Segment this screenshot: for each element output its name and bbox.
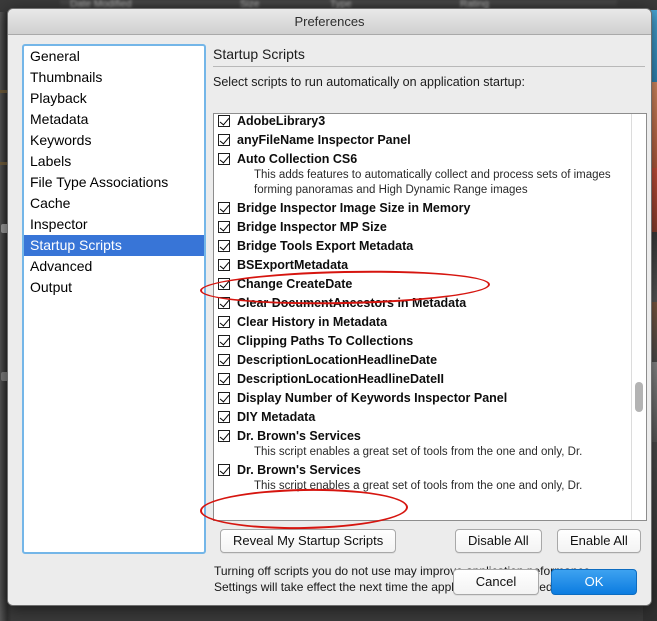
ok-button[interactable]: OK — [551, 569, 637, 595]
script-name: Clipping Paths To Collections — [237, 334, 414, 348]
scripts-listbox[interactable]: AdobeLibrary3 anyFileName Inspector Panel… — [213, 113, 647, 521]
checkbox-checked-icon[interactable] — [218, 202, 230, 214]
scripts-scrollbar-thumb[interactable] — [635, 382, 643, 412]
script-description: This script enables a great set of tools… — [254, 445, 628, 460]
checkbox-checked-icon[interactable] — [218, 240, 230, 252]
script-row[interactable]: anyFileName Inspector Panel — [214, 130, 632, 149]
sidebar-item-playback[interactable]: Playback — [24, 88, 204, 109]
title-divider — [213, 66, 645, 67]
script-name: anyFileName Inspector Panel — [237, 133, 411, 147]
dialog-title: Preferences — [294, 14, 365, 29]
script-description: This script enables a great set of tools… — [254, 479, 628, 494]
checkbox-checked-icon[interactable] — [218, 335, 230, 347]
script-name: Dr. Brown's Services — [237, 429, 361, 443]
script-name: Auto Collection CS6 — [237, 152, 358, 166]
checkbox-checked-icon[interactable] — [218, 278, 230, 290]
dialog-footer: Cancel OK — [453, 569, 637, 595]
dialog-titlebar: Preferences — [8, 9, 651, 35]
script-description-line: This script enables a great set of tools… — [254, 480, 583, 492]
script-name: BSExportMetadata — [237, 258, 349, 272]
script-row[interactable]: Change CreateDate — [214, 274, 632, 293]
script-row[interactable]: AdobeLibrary3 — [214, 114, 632, 130]
script-description-line: This adds features to automatically coll… — [254, 169, 611, 181]
sidebar-item-keywords[interactable]: Keywords — [24, 130, 204, 151]
checkbox-checked-icon[interactable] — [218, 392, 230, 404]
script-row[interactable]: Bridge Inspector Image Size in Memory — [214, 198, 632, 217]
checkbox-checked-icon[interactable] — [218, 411, 230, 423]
script-row[interactable]: Dr. Brown's Services — [214, 460, 632, 479]
script-name: AdobeLibrary3 — [237, 114, 326, 128]
script-name: Clear DocumentAncestors in Metadata — [237, 296, 467, 310]
script-row[interactable]: BSExportMetadata — [214, 255, 632, 274]
script-description: This adds features to automatically coll… — [254, 168, 628, 198]
checkbox-checked-icon[interactable] — [218, 354, 230, 366]
script-row[interactable]: Clear DocumentAncestors in Metadata — [214, 293, 632, 312]
script-name: Display Number of Keywords Inspector Pan… — [237, 391, 508, 405]
script-row[interactable]: Auto Collection CS6 — [214, 149, 632, 168]
script-name: Bridge Inspector Image Size in Memory — [237, 201, 471, 215]
script-row[interactable]: Bridge Tools Export Metadata — [214, 236, 632, 255]
script-name: DescriptionLocationHeadlineDate — [237, 353, 438, 367]
script-name: Bridge Inspector MP Size — [237, 220, 387, 234]
script-name: Change CreateDate — [237, 277, 353, 291]
checkbox-checked-icon[interactable] — [218, 153, 230, 165]
disable-all-button[interactable]: Disable All — [455, 529, 542, 553]
script-row[interactable]: DescriptionLocationHeadlineDate — [214, 350, 632, 369]
startup-scripts-pane: Startup Scripts Select scripts to run au… — [207, 35, 651, 605]
script-name: Bridge Tools Export Metadata — [237, 239, 414, 253]
script-row[interactable]: DescriptionLocationHeadlineDateII — [214, 369, 632, 388]
checkbox-checked-icon[interactable] — [218, 259, 230, 271]
reveal-my-startup-scripts-button[interactable]: Reveal My Startup Scripts — [220, 529, 397, 553]
checkbox-checked-icon[interactable] — [218, 430, 230, 442]
sidebar-item-startup-scripts[interactable]: Startup Scripts — [24, 235, 204, 256]
sidebar-item-metadata[interactable]: Metadata — [24, 109, 204, 130]
script-description-line: forming panoramas and High Dynamic Range… — [254, 184, 528, 196]
dialog-body: General Thumbnails Playback Metadata Keyword… — [8, 35, 651, 605]
script-row[interactable]: DIY Metadata — [214, 407, 632, 426]
checkbox-checked-icon[interactable] — [218, 297, 230, 309]
checkbox-checked-icon[interactable] — [218, 221, 230, 233]
sidebar-item-inspector[interactable]: Inspector — [24, 214, 204, 235]
scripts-list: AdobeLibrary3 anyFileName Inspector Panel… — [214, 114, 632, 494]
script-name: DIY Metadata — [237, 410, 316, 424]
scripts-scrollbar[interactable] — [631, 114, 646, 520]
sidebar-item-cache[interactable]: Cache — [24, 193, 204, 214]
script-name: Clear History in Metadata — [237, 315, 388, 329]
script-row[interactable]: Clipping Paths To Collections — [214, 331, 632, 350]
checkbox-checked-icon[interactable] — [218, 316, 230, 328]
checkbox-checked-icon[interactable] — [218, 115, 230, 127]
script-row[interactable]: Display Number of Keywords Inspector Pan… — [214, 388, 632, 407]
sidebar-item-thumbnails[interactable]: Thumbnails — [24, 67, 204, 88]
enable-all-button[interactable]: Enable All — [557, 529, 641, 553]
sidebar-item-general[interactable]: General — [24, 46, 204, 67]
page-title: Startup Scripts — [213, 46, 305, 62]
screen: Date Modified Size Type Rating Preferenc… — [0, 0, 657, 621]
sidebar-item-labels[interactable]: Labels — [24, 151, 204, 172]
preferences-dialog: Preferences General Thumbnails Playback Met… — [7, 8, 652, 606]
sidebar-item-advanced[interactable]: Advanced — [24, 256, 204, 277]
category-sidebar[interactable]: General Thumbnails Playback Metadata Keyword… — [22, 44, 206, 554]
script-row[interactable]: Bridge Inspector MP Size — [214, 217, 632, 236]
cancel-button[interactable]: Cancel — [453, 569, 539, 595]
page-subtitle: Select scripts to run automatically on a… — [213, 75, 525, 89]
script-name: Dr. Brown's Services — [237, 463, 361, 477]
script-name: DescriptionLocationHeadlineDateII — [237, 372, 444, 386]
checkbox-checked-icon[interactable] — [218, 373, 230, 385]
sidebar-item-file-type-associations[interactable]: File Type Associations — [24, 172, 204, 193]
script-description-line: This script enables a great set of tools… — [254, 446, 583, 458]
checkbox-checked-icon[interactable] — [218, 134, 230, 146]
script-row[interactable]: Dr. Brown's Services — [214, 426, 632, 445]
sidebar-item-output[interactable]: Output — [24, 277, 204, 298]
script-row[interactable]: Clear History in Metadata — [214, 312, 632, 331]
checkbox-checked-icon[interactable] — [218, 464, 230, 476]
